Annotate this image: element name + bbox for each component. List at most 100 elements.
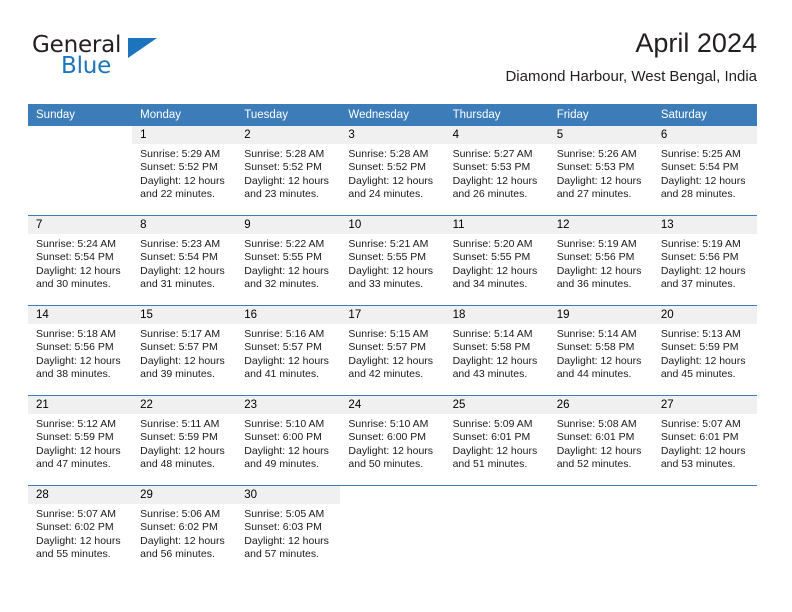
calendar-cell-empty <box>340 485 445 575</box>
calendar-day-cell[interactable]: 16 Sunrise: 5:16 AM Sunset: 5:57 PM Dayligh… <box>236 305 341 396</box>
day-cell-inner <box>548 486 653 575</box>
sunset-text: Sunset: 6:01 PM <box>660 431 739 444</box>
title-block: April 2024 Diamond Harbour, West Bengal,… <box>505 26 757 88</box>
calendar-day-cell[interactable]: 28 Sunrise: 5:07 AM Sunset: 6:02 PM Dayligh… <box>28 485 133 575</box>
day-info: Sunrise: 5:20 AM Sunset: 5:55 PM Daylight:… <box>445 234 549 292</box>
sunrise-text: Sunrise: 5:29 AM <box>140 148 221 160</box>
calendar-day-cell[interactable]: 3 Sunrise: 5:28 AM Sunset: 5:52 PM Daylight… <box>340 126 445 216</box>
day-cell-inner: 30 Sunrise: 5:05 AM Sunset: 6:03 PM Dayligh… <box>236 486 341 575</box>
sunrise-text: Sunrise: 5:06 AM <box>140 508 221 520</box>
calendar-day-cell[interactable]: 6 Sunrise: 5:25 AM Sunset: 5:54 PM Daylight… <box>652 126 757 216</box>
calendar-day-cell[interactable]: 22 Sunrise: 5:11 AM Sunset: 5:59 PM Dayligh… <box>132 395 237 486</box>
calendar-body: 1 Sunrise: 5:29 AM Sunset: 5:52 PM Daylight… <box>28 126 757 575</box>
calendar-day-cell[interactable]: 18 Sunrise: 5:14 AM Sunset: 5:58 PM Dayligh… <box>444 305 549 396</box>
day-info: Sunrise: 5:08 AM Sunset: 6:01 PM Daylight:… <box>549 414 653 472</box>
calendar-day-cell[interactable]: 14 Sunrise: 5:18 AM Sunset: 5:56 PM Dayligh… <box>28 305 133 396</box>
calendar-day-cell[interactable]: 2 Sunrise: 5:28 AM Sunset: 5:52 PM Daylight… <box>236 126 341 216</box>
calendar-day-cell[interactable]: 27 Sunrise: 5:07 AM Sunset: 6:01 PM Dayligh… <box>652 395 757 486</box>
sunrise-text: Sunrise: 5:21 AM <box>348 238 429 250</box>
calendar-day-cell[interactable]: 8 Sunrise: 5:23 AM Sunset: 5:54 PM Daylight… <box>132 215 237 306</box>
day-number: 7 <box>28 216 133 234</box>
day-number: 16 <box>236 306 341 324</box>
calendar-day-cell[interactable]: 12 Sunrise: 5:19 AM Sunset: 5:56 PM Dayligh… <box>548 215 653 306</box>
calendar-day-cell[interactable]: 20 Sunrise: 5:13 AM Sunset: 5:59 PM Dayligh… <box>652 305 757 396</box>
sunrise-text: Sunrise: 5:10 AM <box>244 418 325 430</box>
daylight-text: Daylight: 12 hours and 31 minutes. <box>140 264 225 291</box>
sunrise-text: Sunrise: 5:07 AM <box>36 508 116 520</box>
sunset-text: Sunset: 6:02 PM <box>36 521 114 534</box>
day-number: 12 <box>548 216 653 234</box>
day-number <box>340 486 445 504</box>
sunset-text: Sunset: 5:59 PM <box>140 431 218 444</box>
day-info: Sunrise: 5:19 AM Sunset: 5:56 PM Daylight:… <box>653 234 757 292</box>
calendar-day-cell[interactable]: 4 Sunrise: 5:27 AM Sunset: 5:53 PM Daylight… <box>444 126 549 216</box>
calendar-page: General Blue April 2024 Diamond Harbour,… <box>0 0 792 612</box>
day-cell-inner: 27 Sunrise: 5:07 AM Sunset: 6:01 PM Dayligh… <box>652 396 757 485</box>
daylight-text: Daylight: 12 hours and 37 minutes. <box>660 264 746 291</box>
calendar-week-row: 14 Sunrise: 5:18 AM Sunset: 5:56 PM Dayligh… <box>28 305 757 396</box>
day-info: Sunrise: 5:23 AM Sunset: 5:54 PM Daylight:… <box>132 234 236 292</box>
day-info: Sunrise: 5:10 AM Sunset: 6:00 PM Daylight:… <box>340 414 444 472</box>
day-number: 15 <box>132 306 237 324</box>
calendar-day-cell[interactable]: 15 Sunrise: 5:17 AM Sunset: 5:57 PM Dayligh… <box>132 305 237 396</box>
calendar-day-cell[interactable]: 30 Sunrise: 5:05 AM Sunset: 6:03 PM Dayligh… <box>236 485 341 575</box>
sunrise-text: Sunrise: 5:12 AM <box>36 418 116 430</box>
day-number: 29 <box>132 486 237 504</box>
calendar-day-cell[interactable]: 1 Sunrise: 5:29 AM Sunset: 5:52 PM Daylight… <box>132 126 237 216</box>
day-cell-inner: 28 Sunrise: 5:07 AM Sunset: 6:02 PM Dayligh… <box>28 486 133 575</box>
sunrise-text: Sunrise: 5:14 AM <box>556 328 637 340</box>
calendar-day-cell[interactable]: 21 Sunrise: 5:12 AM Sunset: 5:59 PM Dayligh… <box>28 395 133 486</box>
sunrise-text: Sunrise: 5:10 AM <box>348 418 429 430</box>
sunset-text: Sunset: 5:52 PM <box>348 161 427 174</box>
sunrise-text: Sunrise: 5:05 AM <box>244 508 325 520</box>
day-number: 26 <box>548 396 653 414</box>
day-info: Sunrise: 5:14 AM Sunset: 5:58 PM Daylight:… <box>549 324 653 382</box>
day-info: Sunrise: 5:28 AM Sunset: 5:52 PM Daylight:… <box>236 144 340 202</box>
calendar-day-cell[interactable]: 25 Sunrise: 5:09 AM Sunset: 6:01 PM Dayligh… <box>444 395 549 486</box>
sunrise-text: Sunrise: 5:26 AM <box>556 148 637 160</box>
daylight-text: Daylight: 12 hours and 26 minutes. <box>452 174 538 201</box>
calendar-day-cell[interactable]: 9 Sunrise: 5:22 AM Sunset: 5:55 PM Daylight… <box>236 215 341 306</box>
sunset-text: Sunset: 5:56 PM <box>556 251 635 264</box>
calendar-day-cell[interactable]: 26 Sunrise: 5:08 AM Sunset: 6:01 PM Dayligh… <box>548 395 653 486</box>
calendar-day-cell[interactable]: 24 Sunrise: 5:10 AM Sunset: 6:00 PM Dayligh… <box>340 395 445 486</box>
day-number: 27 <box>652 396 757 414</box>
sunset-text: Sunset: 5:58 PM <box>452 341 531 354</box>
day-number: 13 <box>652 216 757 234</box>
brand-logo[interactable]: General Blue <box>28 26 268 90</box>
day-info: Sunrise: 5:14 AM Sunset: 5:58 PM Daylight:… <box>445 324 549 382</box>
sunset-text: Sunset: 5:54 PM <box>140 251 218 264</box>
calendar-day-cell[interactable]: 5 Sunrise: 5:26 AM Sunset: 5:53 PM Daylight… <box>548 126 653 216</box>
calendar-day-cell[interactable]: 13 Sunrise: 5:19 AM Sunset: 5:56 PM Dayligh… <box>652 215 757 306</box>
day-number: 9 <box>236 216 341 234</box>
calendar-day-cell[interactable]: 7 Sunrise: 5:24 AM Sunset: 5:54 PM Daylight… <box>28 215 133 306</box>
sunrise-text: Sunrise: 5:07 AM <box>660 418 741 430</box>
day-number: 24 <box>340 396 445 414</box>
calendar-day-cell[interactable]: 19 Sunrise: 5:14 AM Sunset: 5:58 PM Dayligh… <box>548 305 653 396</box>
page-subtitle: Diamond Harbour, West Bengal, India <box>505 68 757 85</box>
sunrise-text: Sunrise: 5:18 AM <box>36 328 116 340</box>
day-number: 25 <box>444 396 549 414</box>
sunrise-text: Sunrise: 5:08 AM <box>556 418 637 430</box>
calendar-day-cell[interactable]: 11 Sunrise: 5:20 AM Sunset: 5:55 PM Dayligh… <box>444 215 549 306</box>
day-info: Sunrise: 5:13 AM Sunset: 5:59 PM Daylight:… <box>653 324 757 382</box>
sunset-text: Sunset: 5:56 PM <box>36 341 114 354</box>
weekday-header-monday: Monday <box>132 104 237 126</box>
calendar-day-cell[interactable]: 29 Sunrise: 5:06 AM Sunset: 6:02 PM Dayligh… <box>132 485 237 575</box>
daylight-text: Daylight: 12 hours and 45 minutes. <box>660 354 746 381</box>
day-info: Sunrise: 5:07 AM Sunset: 6:02 PM Daylight:… <box>28 504 132 562</box>
sunrise-text: Sunrise: 5:27 AM <box>452 148 533 160</box>
brand-name-blue: Blue <box>61 53 112 79</box>
day-number: 19 <box>548 306 653 324</box>
day-info: Sunrise: 5:09 AM Sunset: 6:01 PM Daylight:… <box>445 414 549 472</box>
calendar-day-cell[interactable]: 17 Sunrise: 5:15 AM Sunset: 5:57 PM Dayligh… <box>340 305 445 396</box>
calendar-day-cell[interactable]: 10 Sunrise: 5:21 AM Sunset: 5:55 PM Dayligh… <box>340 215 445 306</box>
sunset-text: Sunset: 5:56 PM <box>660 251 739 264</box>
calendar-day-cell[interactable]: 23 Sunrise: 5:10 AM Sunset: 6:00 PM Dayligh… <box>236 395 341 486</box>
day-cell-inner <box>340 486 445 575</box>
sunset-text: Sunset: 5:55 PM <box>244 251 322 264</box>
day-cell-inner: 22 Sunrise: 5:11 AM Sunset: 5:59 PM Dayligh… <box>132 396 237 485</box>
day-cell-inner: 6 Sunrise: 5:25 AM Sunset: 5:54 PM Daylight… <box>652 126 757 215</box>
sunset-text: Sunset: 5:57 PM <box>244 341 322 354</box>
day-cell-inner: 23 Sunrise: 5:10 AM Sunset: 6:00 PM Dayligh… <box>236 396 341 485</box>
